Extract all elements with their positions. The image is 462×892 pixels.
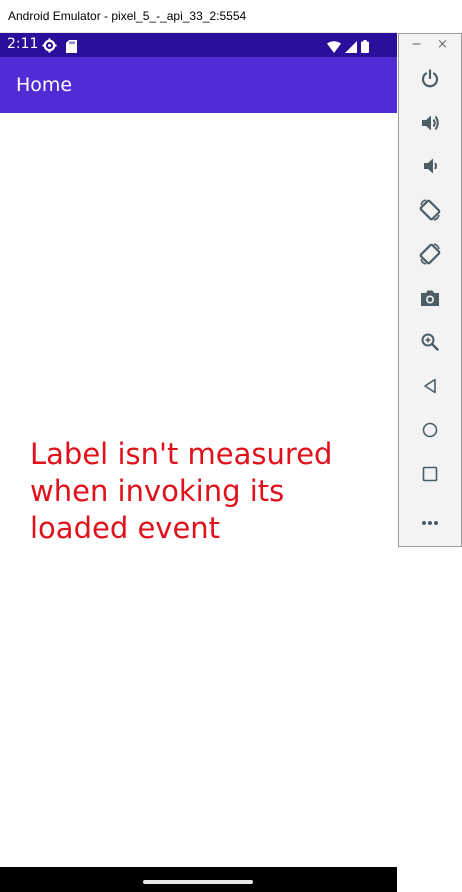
android-status-bar: 2:11	[0, 33, 397, 57]
sd-card-icon	[66, 38, 77, 57]
rotate-left-button[interactable]	[415, 197, 445, 227]
volume-down-button[interactable]	[415, 153, 445, 183]
status-time: 2:11	[7, 36, 39, 52]
power-icon	[420, 69, 440, 93]
minimize-button[interactable]: −	[411, 37, 422, 52]
window-title: Android Emulator - pixel_5_-_api_33_2:55…	[8, 9, 247, 23]
app-toolbar: Home	[0, 57, 397, 113]
screen: Android Emulator - pixel_5_-_api_33_2:55…	[0, 0, 462, 892]
desktop-background	[397, 0, 462, 33]
rotate-right-icon	[419, 243, 441, 269]
emulator-side-toolbar: − ×	[398, 33, 462, 547]
settings-gear-icon	[42, 38, 57, 57]
cell-signal-icon	[345, 38, 357, 57]
toolbar-header: − ×	[399, 34, 461, 60]
status-icons-right	[327, 38, 369, 57]
back-icon	[421, 377, 439, 399]
rotate-left-icon	[419, 199, 441, 225]
home-icon	[421, 421, 439, 443]
power-button[interactable]	[415, 66, 445, 96]
screenshot-button[interactable]	[415, 285, 445, 315]
main-label: Label isn't measured when invoking its l…	[30, 437, 333, 545]
volume-down-icon	[420, 156, 440, 180]
back-button[interactable]	[415, 373, 445, 403]
overview-button[interactable]	[415, 461, 445, 491]
battery-icon	[361, 38, 369, 57]
gesture-handle[interactable]	[143, 880, 253, 884]
rotate-right-button[interactable]	[415, 241, 445, 271]
emulator-window: Android Emulator - pixel_5_-_api_33_2:55…	[0, 0, 397, 892]
page-title: Home	[16, 74, 73, 96]
volume-up-icon	[420, 113, 440, 137]
zoom-button[interactable]	[415, 329, 445, 359]
page-content: Label isn't measured when invoking its l…	[0, 113, 397, 881]
volume-up-button[interactable]	[415, 110, 445, 140]
more-button[interactable]	[415, 505, 445, 535]
window-titlebar[interactable]: Android Emulator - pixel_5_-_api_33_2:55…	[0, 0, 397, 33]
more-icon	[421, 511, 439, 530]
camera-icon	[420, 289, 440, 311]
zoom-icon	[420, 332, 440, 356]
navigation-bar	[0, 867, 397, 892]
wifi-icon	[327, 38, 341, 57]
home-button[interactable]	[415, 417, 445, 447]
overview-icon	[421, 465, 439, 487]
close-button[interactable]: ×	[437, 37, 448, 52]
